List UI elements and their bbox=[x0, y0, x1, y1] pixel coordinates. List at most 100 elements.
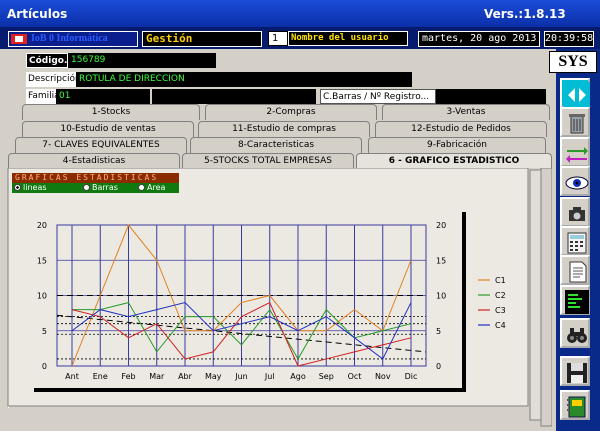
graph-panel-title: GRAFICAS ESTADISTICAS bbox=[12, 173, 179, 183]
x-tick-label: Jul bbox=[264, 372, 275, 381]
tab-compras[interactable]: 2-Compras bbox=[205, 104, 377, 120]
binoculars-button[interactable] bbox=[560, 318, 590, 348]
save-button[interactable] bbox=[560, 356, 590, 386]
x-tick-label: Abr bbox=[178, 372, 193, 381]
y-tick-label-right: 5 bbox=[436, 327, 441, 336]
option-lineas[interactable]: lineas bbox=[14, 183, 47, 193]
terminal-icon bbox=[565, 290, 589, 314]
tab-estudio-ventas[interactable]: 10-Estudio de ventas bbox=[22, 121, 194, 137]
logo-icon bbox=[11, 34, 27, 44]
y-tick-label-left: 5 bbox=[42, 327, 47, 336]
nav-arrows-button[interactable] bbox=[560, 78, 590, 108]
save-icon bbox=[567, 363, 587, 383]
document-icon bbox=[569, 261, 587, 283]
legend-label-c3: C3 bbox=[495, 306, 506, 315]
option-barras-label: Barras bbox=[92, 183, 118, 192]
radio-area[interactable] bbox=[138, 184, 145, 191]
version-label: Vers.:1.8.13 bbox=[484, 7, 566, 21]
x-tick-label: Ant bbox=[65, 372, 79, 381]
tab-caracteristicas[interactable]: 8-Caracteristicas bbox=[190, 137, 362, 153]
x-tick-label: May bbox=[205, 372, 222, 381]
frame-mid bbox=[529, 169, 542, 421]
y-tick-label-right: 0 bbox=[436, 362, 441, 371]
tab-estadisticas[interactable]: 4-Estadisticas bbox=[8, 153, 180, 169]
option-barras[interactable]: Barras bbox=[83, 183, 118, 193]
legend-label-c2: C2 bbox=[495, 291, 506, 300]
radio-lineas[interactable] bbox=[14, 184, 21, 191]
x-tick-label: Ago bbox=[290, 372, 306, 381]
user-number: 1 bbox=[268, 31, 288, 46]
shadow-bottom bbox=[34, 388, 466, 392]
familia-row: Familia.. 01 C.Barras / Nº Registro... bbox=[26, 89, 546, 104]
tab-stocks-total[interactable]: 5-STOCKS TOTAL EMPRESAS bbox=[182, 153, 354, 169]
y-tick-label-left: 20 bbox=[37, 221, 47, 230]
calculator-icon bbox=[567, 232, 587, 254]
camera-icon bbox=[569, 207, 585, 221]
date-display: martes, 20 ago 2013 bbox=[418, 31, 540, 47]
y-tick-label-right: 15 bbox=[436, 256, 446, 265]
x-tick-label: Nov bbox=[375, 372, 391, 381]
company-name: IoB 0 Informática bbox=[31, 33, 108, 44]
swap-arrows-icon bbox=[566, 147, 588, 163]
title-bar: Artículos Vers.:1.8.13 bbox=[0, 0, 600, 27]
descripcion-row: Descripción.. ROTULA DE DIRECCION bbox=[26, 72, 412, 87]
y-tick-label-left: 0 bbox=[42, 362, 47, 371]
familia-field[interactable]: 01 bbox=[56, 89, 150, 104]
legend-label-c4: C4 bbox=[495, 321, 506, 330]
y-tick-label-right: 10 bbox=[436, 292, 446, 301]
header-bar: IoB 0 Informática Gestión 1 Nombre del u… bbox=[0, 27, 600, 49]
eye-icon bbox=[565, 176, 589, 190]
radio-barras[interactable] bbox=[83, 184, 90, 191]
descripcion-field[interactable]: ROTULA DE DIRECCION bbox=[76, 72, 412, 87]
trash-button[interactable] bbox=[560, 107, 590, 137]
sys-button[interactable]: SYS bbox=[549, 51, 597, 73]
x-tick-label: Mar bbox=[149, 372, 165, 381]
option-area[interactable]: Area bbox=[138, 183, 165, 193]
tab-claves-equivalentes[interactable]: 7- CLAVES EQUIVALENTES bbox=[15, 137, 187, 153]
tab-ventas[interactable]: 3-Ventas bbox=[382, 104, 550, 120]
x-tick-label: Ene bbox=[93, 372, 108, 381]
legend-label-c1: C1 bbox=[495, 276, 506, 285]
codigo-row: Código.. 156789 bbox=[26, 53, 216, 68]
notebook-button[interactable] bbox=[560, 390, 590, 420]
company-logo: IoB 0 Informática bbox=[8, 31, 138, 47]
document-button[interactable] bbox=[560, 255, 590, 285]
x-tick-label: Feb bbox=[121, 372, 135, 381]
cbarras-field[interactable] bbox=[436, 89, 546, 104]
tab-estudio-pedidos[interactable]: 12-Estudio de Pedidos bbox=[375, 121, 547, 137]
eye-button[interactable] bbox=[560, 166, 590, 196]
calculator-button[interactable] bbox=[560, 226, 590, 256]
trash-icon bbox=[569, 114, 585, 134]
line-chart: 0 0 5 5 10 10 15 15 20 20 Ant Ene Feb Mar Abr May Jun Jul… bbox=[7, 168, 552, 427]
y-tick-label-left: 15 bbox=[37, 256, 47, 265]
codigo-label: Código.. bbox=[26, 53, 71, 68]
x-tick-label: Jun bbox=[234, 372, 248, 381]
swap-arrows-button[interactable] bbox=[560, 137, 590, 167]
descripcion-label: Descripción.. bbox=[26, 72, 86, 87]
cbarras-label: C.Barras / Nº Registro... bbox=[320, 89, 436, 104]
x-tick-label: Sep bbox=[319, 372, 334, 381]
user-name: Nombre del usuario bbox=[288, 31, 408, 46]
terminal-button[interactable] bbox=[560, 285, 590, 315]
camera-button[interactable] bbox=[560, 197, 590, 227]
module-label: Gestión bbox=[142, 31, 262, 47]
codigo-field[interactable]: 156789 bbox=[68, 53, 216, 68]
plot-area bbox=[12, 188, 524, 400]
y-tick-label-left: 10 bbox=[37, 292, 47, 301]
tab-estudio-compras[interactable]: 11-Estudio de compras bbox=[198, 121, 370, 137]
time-display: 20:39:58 bbox=[544, 31, 594, 47]
tab-fabricacion[interactable]: 9-Fabricación bbox=[368, 137, 546, 153]
x-tick-label: Oct bbox=[348, 372, 362, 381]
option-area-label: Area bbox=[147, 183, 166, 192]
frame-back bbox=[540, 168, 552, 427]
notebook-icon bbox=[567, 396, 586, 418]
shadow-right bbox=[462, 212, 466, 392]
tab-stocks[interactable]: 1-Stocks bbox=[22, 104, 200, 120]
x-tick-label: Dic bbox=[405, 372, 418, 381]
binoculars-icon bbox=[567, 328, 587, 343]
graph-type-options: lineas Barras Area bbox=[12, 183, 179, 193]
window-title: Artículos bbox=[7, 7, 68, 21]
familia-label: Familia.. bbox=[26, 89, 65, 104]
familia-desc-field bbox=[152, 89, 316, 104]
option-lineas-label: lineas bbox=[23, 183, 47, 192]
